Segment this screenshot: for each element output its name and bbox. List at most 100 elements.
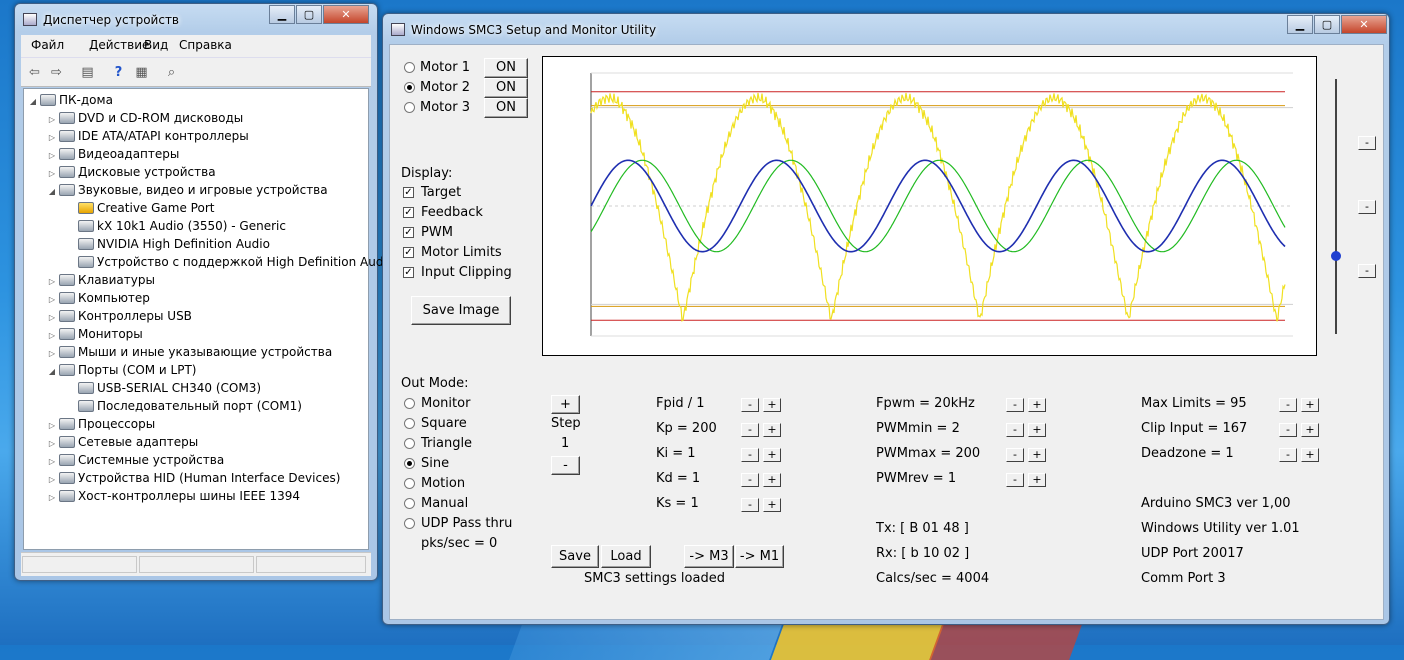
tree-item[interactable]: ▷ Сетевые адаптеры [47, 433, 198, 451]
pid-plus-button[interactable]: + [763, 423, 781, 437]
tree-item[interactable]: NVIDIA High Definition Audio [66, 235, 270, 253]
pwm-minus-button[interactable]: - [1006, 448, 1024, 462]
out-mode-radio[interactable] [404, 478, 415, 489]
pid-plus-button[interactable]: + [763, 498, 781, 512]
pwm-minus-button[interactable]: - [1006, 398, 1024, 412]
target-checkbox[interactable]: ✓ [403, 187, 414, 198]
tree-item[interactable]: ▷ Системные устройства [47, 451, 224, 469]
menu-file[interactable]: Файл [31, 38, 64, 52]
collapse-triangle-icon[interactable]: ◢ [47, 183, 57, 201]
motor-2-radio[interactable] [404, 82, 415, 93]
feedback-checkbox[interactable]: ✓ [403, 207, 414, 218]
tree-item[interactable]: ◢ Звуковые, видео и игровые устройства [47, 181, 328, 199]
copy-to-m1-button[interactable]: -> M1 [735, 545, 784, 568]
maximize-button[interactable]: ▢ [296, 5, 322, 24]
tree-item[interactable]: ▷ Компьютер [47, 289, 150, 307]
tree-item[interactable]: ▷ Контроллеры USB [47, 307, 192, 325]
forward-arrow-icon[interactable]: ⇨ [48, 64, 65, 81]
tree-item[interactable]: ▷ Процессоры [47, 415, 155, 433]
tree-item[interactable]: ▷ Устройства HID (Human Interface Devices… [47, 469, 340, 487]
pid-plus-button[interactable]: + [763, 448, 781, 462]
motor-1-radio[interactable] [404, 62, 415, 73]
tree-item[interactable]: ▷ IDE ATA/ATAPI контроллеры [47, 127, 249, 145]
zoom-minus-button-1[interactable]: - [1358, 136, 1376, 150]
limit-minus-button[interactable]: - [1279, 423, 1297, 437]
dm-titlebar[interactable]: Диспетчер устройств ▁ ▢ ✕ [15, 4, 377, 34]
menu-view[interactable]: Вид [144, 38, 168, 52]
limit-plus-button[interactable]: + [1301, 423, 1319, 437]
out-mode-radio[interactable] [404, 458, 415, 469]
expand-triangle-icon[interactable]: ▷ [47, 489, 57, 507]
out-mode-radio[interactable] [404, 438, 415, 449]
limit-minus-button[interactable]: - [1279, 448, 1297, 462]
pid-minus-button[interactable]: - [741, 498, 759, 512]
pid-minus-button[interactable]: - [741, 423, 759, 437]
tree-item[interactable]: ▷ Хост-контроллеры шины IEEE 1394 [47, 487, 300, 505]
tree-item[interactable]: ▷ Мыши и иные указывающие устройства [47, 343, 332, 361]
pwm-plus-button[interactable]: + [1028, 398, 1046, 412]
zoom-minus-button-3[interactable]: - [1358, 264, 1376, 278]
out-mode-radio[interactable] [404, 498, 415, 509]
limit-minus-button[interactable]: - [1279, 398, 1297, 412]
collapse-triangle-icon[interactable]: ◢ [28, 93, 38, 111]
minimize-button[interactable]: ▁ [269, 5, 295, 24]
tree-item[interactable]: ▷ Клавиатуры [47, 271, 155, 289]
tree-item[interactable]: Последовательный порт (COM1) [66, 397, 302, 415]
pid-minus-button[interactable]: - [741, 448, 759, 462]
help-icon[interactable]: ? [110, 64, 127, 81]
details-icon[interactable]: ▦ [133, 64, 150, 81]
motor-3-on-button[interactable]: ON [484, 98, 528, 118]
zoom-minus-button-2[interactable]: - [1358, 200, 1376, 214]
motor-1-on-button[interactable]: ON [484, 58, 528, 78]
tree-item[interactable]: kX 10k1 Audio (3550) - Generic [66, 217, 286, 235]
tree-item[interactable]: USB-SERIAL CH340 (COM3) [66, 379, 261, 397]
tree-item[interactable]: Устройство с поддержкой High Definition … [66, 253, 394, 271]
tree-item[interactable]: ▷ Дисковые устройства [47, 163, 216, 181]
out-mode-radio[interactable] [404, 418, 415, 429]
tree-item[interactable]: Creative Game Port [66, 199, 214, 217]
tree-item[interactable]: ▷ Видеоадаптеры [47, 145, 179, 163]
menu-action[interactable]: Действие [89, 38, 149, 52]
load-button[interactable]: Load [601, 545, 651, 568]
motor-limits-checkbox[interactable]: ✓ [403, 247, 414, 258]
tree-item[interactable]: ▷ Мониторы [47, 325, 143, 343]
properties-icon[interactable]: ▤ [79, 64, 96, 81]
maximize-button[interactable]: ▢ [1314, 15, 1340, 34]
motor-3-radio[interactable] [404, 102, 415, 113]
out-mode-radio[interactable] [404, 518, 415, 529]
smc3-titlebar[interactable]: Windows SMC3 Setup and Monitor Utility ▁… [383, 14, 1389, 44]
step-minus-button[interactable]: - [551, 456, 580, 475]
pwm-plus-button[interactable]: + [1028, 448, 1046, 462]
tree-item[interactable]: ◢ ПК-дома [28, 91, 113, 109]
pwm-plus-button[interactable]: + [1028, 423, 1046, 437]
pid-minus-button[interactable]: - [741, 473, 759, 487]
minimize-button[interactable]: ▁ [1287, 15, 1313, 34]
pwm-plus-button[interactable]: + [1028, 473, 1046, 487]
motor-2-on-button[interactable]: ON [484, 78, 528, 98]
limit-plus-button[interactable]: + [1301, 398, 1319, 412]
menu-help[interactable]: Справка [179, 38, 232, 52]
input-clipping-checkbox[interactable]: ✓ [403, 267, 414, 278]
vertical-slider-track[interactable] [1335, 79, 1337, 334]
pwm-checkbox[interactable]: ✓ [403, 227, 414, 238]
pwm-minus-button[interactable]: - [1006, 423, 1024, 437]
copy-to-m3-button[interactable]: -> M3 [684, 545, 734, 568]
pid-plus-button[interactable]: + [763, 398, 781, 412]
device-tree[interactable]: ◢ ПК-дома ▷ DVD и CD-ROM дисководы ▷ IDE ATA/… [23, 88, 394, 550]
tree-item[interactable]: ▷ DVD и CD-ROM дисководы [47, 109, 243, 127]
save-button[interactable]: Save [551, 545, 599, 568]
scan-hardware-icon[interactable]: ⌕ [163, 64, 180, 81]
close-button[interactable]: ✕ [323, 5, 369, 24]
out-mode-radio[interactable] [404, 398, 415, 409]
pid-plus-button[interactable]: + [763, 473, 781, 487]
save-image-button[interactable]: Save Image [411, 296, 511, 325]
vertical-slider-thumb[interactable] [1331, 251, 1341, 261]
close-button[interactable]: ✕ [1341, 15, 1387, 34]
step-plus-button[interactable]: + [551, 395, 580, 414]
limit-plus-button[interactable]: + [1301, 448, 1319, 462]
collapse-triangle-icon[interactable]: ◢ [47, 363, 57, 381]
back-arrow-icon[interactable]: ⇦ [26, 64, 43, 81]
pwm-minus-button[interactable]: - [1006, 473, 1024, 487]
pid-minus-button[interactable]: - [741, 398, 759, 412]
tree-item[interactable]: ◢ Порты (COM и LPT) [47, 361, 197, 381]
